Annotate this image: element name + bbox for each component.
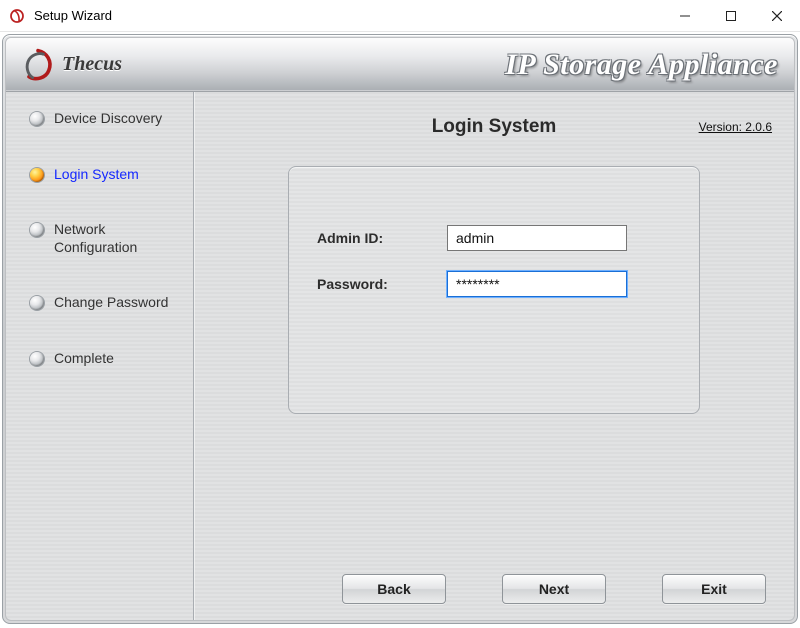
step-device-discovery[interactable]: Device Discovery [30, 110, 181, 128]
wizard-steps-sidebar: Device Discovery Login System Network Co… [6, 92, 194, 620]
step-label: Change Password [54, 294, 168, 312]
step-label: Network Configuration [54, 221, 174, 256]
next-button[interactable]: Next [502, 574, 606, 604]
form-row-admin-id: Admin ID: [317, 225, 671, 251]
window-close-button[interactable] [754, 0, 800, 32]
form-row-password: Password: [317, 271, 671, 297]
window-inner: Thecus IP Storage Appliance Device Disco… [5, 37, 795, 621]
app-icon [6, 5, 28, 27]
admin-id-input[interactable] [447, 225, 627, 251]
step-label: Complete [54, 350, 114, 368]
step-bullet-icon [30, 296, 44, 310]
window-title: Setup Wizard [34, 8, 112, 23]
header-banner: Thecus IP Storage Appliance [6, 38, 794, 92]
page-heading: Login System [432, 116, 557, 138]
main-content: Login System Version: 2.0.6 Admin ID: Pa… [194, 92, 794, 620]
exit-button[interactable]: Exit [662, 574, 766, 604]
step-complete[interactable]: Complete [30, 350, 181, 368]
step-bullet-icon [30, 112, 44, 126]
window-frame: Thecus IP Storage Appliance Device Disco… [2, 34, 798, 624]
product-title: IP Storage Appliance [181, 38, 794, 91]
login-panel: Admin ID: Password: [288, 166, 700, 414]
step-change-password[interactable]: Change Password [30, 294, 181, 312]
password-input[interactable] [447, 271, 627, 297]
step-label: Login System [54, 166, 139, 184]
wizard-footer: Back Next Exit [194, 574, 794, 604]
window-maximize-button[interactable] [708, 0, 754, 32]
titlebar: Setup Wizard [0, 0, 800, 32]
step-bullet-icon [30, 168, 44, 182]
step-label: Device Discovery [54, 110, 162, 128]
step-bullet-icon [30, 352, 44, 366]
content-head: Login System Version: 2.0.6 [216, 110, 772, 156]
step-bullet-icon [30, 223, 44, 237]
step-login-system[interactable]: Login System [30, 166, 181, 184]
version-label[interactable]: Version: 2.0.6 [699, 120, 772, 134]
content-body: Device Discovery Login System Network Co… [6, 92, 794, 620]
brand-name: Thecus [62, 53, 122, 76]
password-label: Password: [317, 276, 447, 292]
brand-logo: Thecus [6, 38, 181, 91]
back-button[interactable]: Back [342, 574, 446, 604]
step-network-configuration[interactable]: Network Configuration [30, 221, 181, 256]
window-minimize-button[interactable] [662, 0, 708, 32]
admin-id-label: Admin ID: [317, 230, 447, 246]
brand-swirl-icon [20, 47, 56, 83]
